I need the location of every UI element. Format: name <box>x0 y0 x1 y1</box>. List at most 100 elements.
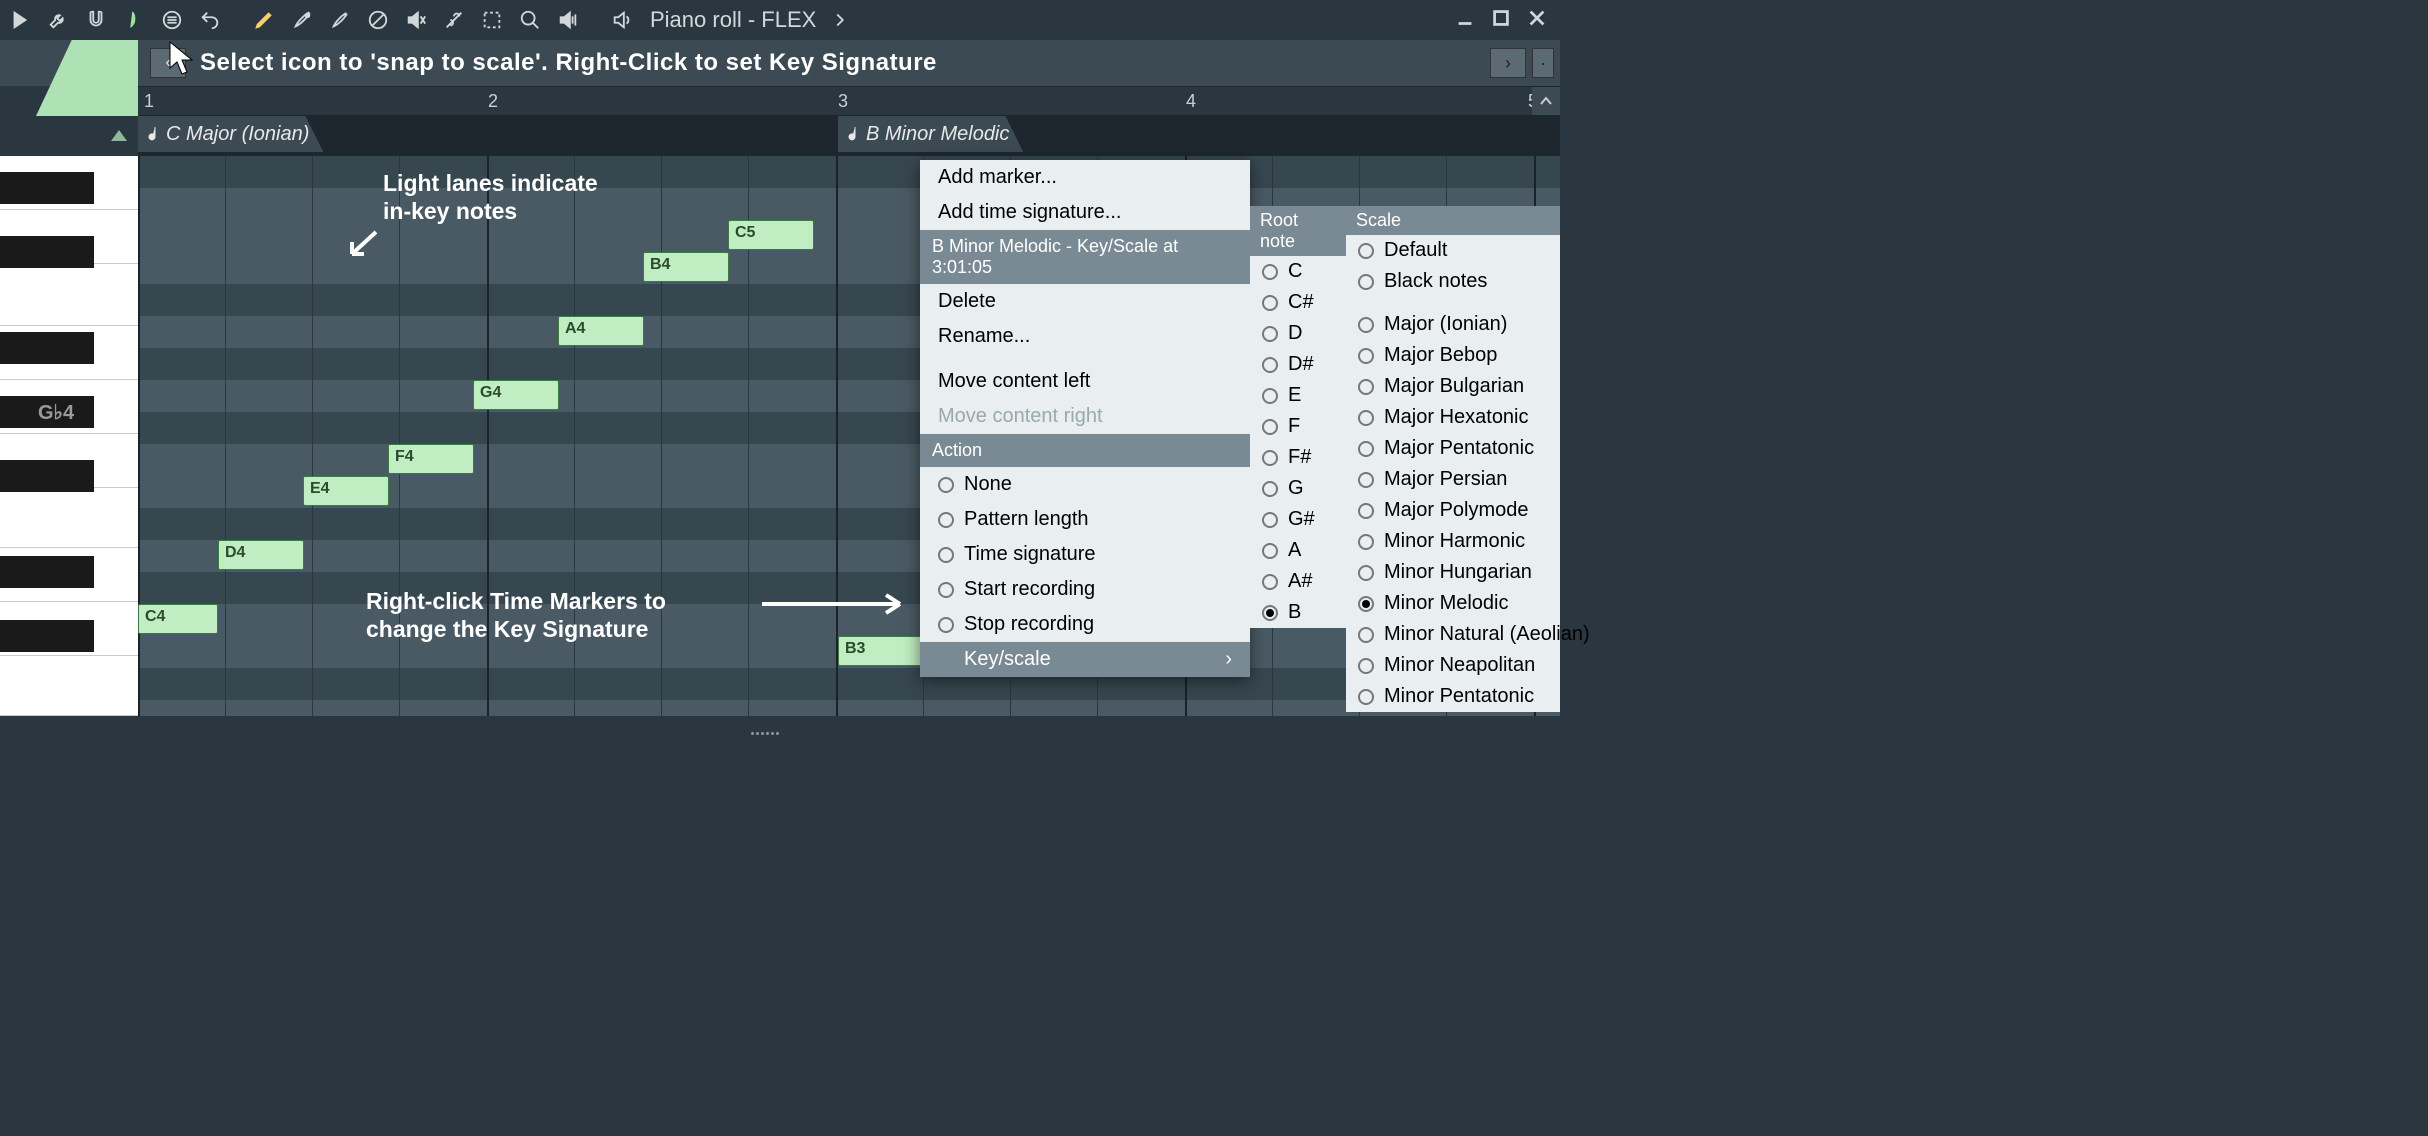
root-note-option[interactable]: F <box>1250 411 1346 442</box>
annotation-top: Select icon to 'snap to scale'. Right-Cl… <box>186 49 937 77</box>
root-note-option[interactable]: B <box>1250 597 1346 628</box>
scale-option[interactable]: Major Bebop <box>1346 340 1560 371</box>
resize-handle[interactable] <box>750 722 810 728</box>
select-icon[interactable] <box>478 6 506 34</box>
menu-add-time-sig[interactable]: Add time signature... <box>920 195 1250 230</box>
play-icon[interactable] <box>6 6 34 34</box>
undo-icon[interactable] <box>196 6 224 34</box>
toolbar: Piano roll - FLEX <box>0 0 1560 40</box>
mute-icon[interactable] <box>402 6 430 34</box>
bar-number: 4 <box>1186 91 1196 112</box>
menu-key-scale[interactable]: Key/scale› <box>920 642 1250 677</box>
close-icon[interactable] <box>1526 7 1548 34</box>
menu-action-none[interactable]: None <box>920 467 1250 502</box>
scale-option[interactable]: Minor Natural (Aeolian) <box>1346 619 1560 650</box>
bar-number: 2 <box>488 91 498 112</box>
window-title: Piano roll - FLEX <box>650 7 816 33</box>
scroll-left-button[interactable]: ‹ <box>150 48 186 78</box>
menu-action-start-rec[interactable]: Start recording <box>920 572 1250 607</box>
maximize-icon[interactable] <box>1490 7 1512 34</box>
note[interactable]: C5 <box>728 220 814 250</box>
root-note-option[interactable]: E <box>1250 380 1346 411</box>
note[interactable]: B3 <box>838 636 924 666</box>
menu-add-marker[interactable]: Add marker... <box>920 160 1250 195</box>
disable-icon[interactable] <box>364 6 392 34</box>
scale-option[interactable]: Major Bulgarian <box>1346 371 1560 402</box>
menu-move-right: Move content right <box>920 399 1250 434</box>
note[interactable]: G4 <box>473 380 559 410</box>
key-tab[interactable]: C Major (Ionian) <box>138 116 323 152</box>
chevron-right-icon[interactable] <box>826 6 854 34</box>
scale-header: Scale <box>1346 206 1560 235</box>
brush-icon[interactable] <box>288 6 316 34</box>
magnet-icon[interactable] <box>82 6 110 34</box>
note[interactable]: D4 <box>218 540 304 570</box>
note[interactable]: C4 <box>138 604 218 634</box>
key-signature-bar[interactable]: C Major (Ionian) B Minor Melodic <box>138 116 1560 156</box>
root-note-option[interactable]: G <box>1250 473 1346 504</box>
scale-option[interactable]: Black notes <box>1346 266 1560 297</box>
wrench-icon[interactable] <box>44 6 72 34</box>
note[interactable]: A4 <box>558 316 644 346</box>
note[interactable]: B4 <box>643 252 729 282</box>
scroll-right-button[interactable]: › <box>1490 48 1526 78</box>
root-note-option[interactable]: D# <box>1250 349 1346 380</box>
key-tab[interactable]: B Minor Melodic <box>838 116 1023 152</box>
zoom-icon[interactable] <box>516 6 544 34</box>
snap-to-scale-icon[interactable] <box>120 6 148 34</box>
root-note-panel: Root note CC#DD#EFF#GG#AA#B <box>1250 206 1346 628</box>
scale-option[interactable]: Minor Hungarian <box>1346 557 1560 588</box>
scale-option[interactable]: Minor Harmonic <box>1346 526 1560 557</box>
menu-action-pattern-length[interactable]: Pattern length <box>920 502 1250 537</box>
context-menu: Add marker... Add time signature... B Mi… <box>920 160 1250 677</box>
root-note-option[interactable]: A <box>1250 535 1346 566</box>
menu-action-stop-rec[interactable]: Stop recording <box>920 607 1250 642</box>
brush-sparkle-icon[interactable] <box>326 6 354 34</box>
menu-action-header: Action <box>920 434 1250 467</box>
bar-number: 3 <box>838 91 848 112</box>
bar-number: 1 <box>144 91 154 112</box>
slice-icon[interactable] <box>440 6 468 34</box>
scale-option[interactable]: Default <box>1346 235 1560 266</box>
key-tab-label: B Minor Melodic <box>866 123 1009 146</box>
root-note-option[interactable]: A# <box>1250 566 1346 597</box>
piano-keyboard[interactable]: G♭4 <box>0 156 138 716</box>
stamp-icon[interactable] <box>158 6 186 34</box>
menu-move-left[interactable]: Move content left <box>920 364 1250 399</box>
scale-option[interactable]: Major Persian <box>1346 464 1560 495</box>
scale-option[interactable]: Minor Neapolitan <box>1346 650 1560 681</box>
scroll-dot-button[interactable]: · <box>1532 48 1554 78</box>
scale-option[interactable]: Major (Ionian) <box>1346 309 1560 340</box>
key-tab-label: C Major (Ionian) <box>166 123 309 146</box>
scale-option[interactable]: Major Pentatonic <box>1346 433 1560 464</box>
scroll-up-button[interactable] <box>1532 87 1560 115</box>
speaker-icon[interactable] <box>608 6 636 34</box>
scale-option[interactable]: Major Polymode <box>1346 495 1560 526</box>
note[interactable]: E4 <box>303 476 389 506</box>
scale-option[interactable]: Minor Melodic <box>1346 588 1560 619</box>
timeline[interactable]: 1 2 3 4 5 <box>138 86 1560 116</box>
playback-icon[interactable] <box>554 6 582 34</box>
arrow-icon <box>346 228 380 262</box>
root-note-option[interactable]: G# <box>1250 504 1346 535</box>
minimize-icon[interactable] <box>1454 7 1476 34</box>
root-note-option[interactable]: F# <box>1250 442 1346 473</box>
menu-delete[interactable]: Delete <box>920 284 1250 319</box>
note[interactable]: F4 <box>388 444 474 474</box>
root-note-option[interactable]: D <box>1250 318 1346 349</box>
gutter-tri <box>0 116 138 156</box>
menu-action-time-sig[interactable]: Time signature <box>920 537 1250 572</box>
scale-option[interactable]: Major Hexatonic <box>1346 402 1560 433</box>
scale-panel: Scale DefaultBlack notesMajor (Ionian)Ma… <box>1346 206 1560 712</box>
root-note-option[interactable]: C# <box>1250 287 1346 318</box>
arrow-right-icon <box>760 592 910 616</box>
key-label: G♭4 <box>38 400 74 425</box>
menu-header: B Minor Melodic - Key/Scale at 3:01:05 <box>920 230 1250 284</box>
root-note-option[interactable]: C <box>1250 256 1346 287</box>
annotation-strip: ‹ Select icon to 'snap to scale'. Right-… <box>0 40 1560 86</box>
window-controls <box>1454 7 1554 34</box>
pencil-icon[interactable] <box>250 6 278 34</box>
root-note-header: Root note <box>1250 206 1346 256</box>
menu-rename[interactable]: Rename... <box>920 319 1250 354</box>
scale-option[interactable]: Minor Pentatonic <box>1346 681 1560 712</box>
